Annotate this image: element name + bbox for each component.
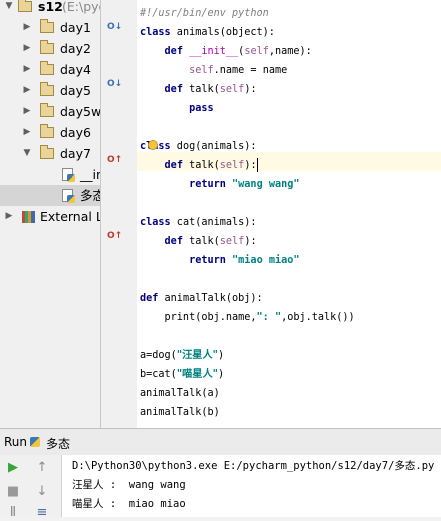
code-line-21: animalTalk(a) bbox=[140, 388, 220, 399]
code-editor[interactable]: #!/usr/bin/env python class animals(obje… bbox=[137, 0, 441, 428]
run-toolwindow-header: Run 多态 bbox=[0, 428, 441, 455]
folder-icon bbox=[40, 40, 54, 54]
code-line-3: def __init__(self,name): bbox=[164, 46, 312, 57]
folder-icon bbox=[40, 145, 54, 159]
tree-item-label: day2 bbox=[60, 41, 91, 56]
tree-item-day1[interactable]: ▶ day1 bbox=[0, 17, 100, 38]
overridden-method-icon[interactable]: O↓ bbox=[107, 79, 122, 89]
console-line-output-2: 喵星人 : miao miao bbox=[72, 498, 186, 510]
console-line-command: D:\Python30\python3.exe E:/pycharm_pytho… bbox=[72, 460, 435, 472]
tree-item-day5[interactable]: ▶ day5 bbox=[0, 80, 100, 101]
code-line-5: def talk(self): bbox=[164, 84, 257, 95]
tree-item-label: day7 bbox=[60, 146, 91, 161]
tree-item-label: __in bbox=[80, 167, 100, 182]
tree-item-day6[interactable]: ▶ day6 bbox=[0, 122, 100, 143]
pause-icon[interactable]: Ⅱ bbox=[5, 505, 21, 521]
code-line-1: #!/usr/bin/env python bbox=[140, 8, 269, 19]
folder-icon bbox=[40, 124, 54, 138]
code-line-19: a=dog("汪星人") bbox=[140, 350, 225, 361]
code-line-4: self.name = name bbox=[189, 65, 288, 76]
tree-item-day7[interactable]: ▼ day7 bbox=[0, 143, 100, 164]
code-line-12: class cat(animals): bbox=[140, 217, 257, 228]
console-line-output-1: 汪星人 : wang wang bbox=[72, 479, 186, 491]
editor-gutter: O↓ O↓ O↑ O↑ bbox=[100, 0, 137, 428]
chevron-right-icon[interactable]: ▶ bbox=[22, 80, 32, 101]
code-line-10: return "wang wang" bbox=[189, 179, 300, 190]
tree-root-label: s12 bbox=[38, 0, 63, 14]
overridden-method-icon[interactable]: O↓ bbox=[107, 22, 122, 32]
tree-item-label: day6 bbox=[60, 125, 91, 140]
tree-root-path: (E:\pyc bbox=[62, 0, 100, 14]
tree-item-label: day1 bbox=[60, 20, 91, 35]
chevron-right-icon[interactable]: ▶ bbox=[4, 206, 14, 227]
chevron-right-icon[interactable]: ▶ bbox=[22, 59, 32, 80]
tree-item-label: day5we bbox=[60, 104, 100, 119]
code-line-13: def talk(self): bbox=[164, 236, 257, 247]
code-line-2: class animals(object): bbox=[140, 27, 275, 38]
library-icon bbox=[22, 211, 35, 223]
tree-item-label: External Li bbox=[40, 209, 100, 224]
up-arrow-icon[interactable]: ↑ bbox=[34, 460, 50, 476]
tree-item-label: day5 bbox=[60, 83, 91, 98]
tree-item-init[interactable]: __in bbox=[0, 164, 100, 185]
folder-icon bbox=[40, 61, 54, 75]
chevron-right-icon[interactable]: ▶ bbox=[22, 122, 32, 143]
intention-bulb-icon[interactable] bbox=[148, 140, 158, 150]
code-line-14: return "miao miao" bbox=[189, 255, 300, 266]
code-line-9: def talk(self): bbox=[164, 158, 258, 172]
tree-item-label: day4 bbox=[60, 62, 91, 77]
folder-icon bbox=[40, 82, 54, 96]
chevron-right-icon[interactable]: ▶ bbox=[22, 38, 32, 59]
tree-item-day2[interactable]: ▶ day2 bbox=[0, 38, 100, 59]
tree-item-polymorphism[interactable]: 多态 bbox=[0, 185, 100, 206]
code-line-6: pass bbox=[189, 103, 214, 114]
down-arrow-icon[interactable]: ↓ bbox=[34, 484, 50, 500]
tree-root[interactable]: ▼ s12 (E:\pyc bbox=[0, 0, 100, 17]
python-file-icon bbox=[62, 168, 75, 182]
code-line-16: def animalTalk(obj): bbox=[140, 293, 263, 304]
code-line-20: b=cat("喵星人") bbox=[140, 369, 225, 380]
overriding-method-icon[interactable]: O↑ bbox=[107, 155, 122, 165]
folder-icon bbox=[40, 103, 54, 117]
tree-item-day5we[interactable]: ▶ day5we bbox=[0, 101, 100, 122]
run-toolbar: ▶ ↑ ■ ↓ Ⅱ ≡ bbox=[0, 455, 62, 520]
code-line-22: animalTalk(b) bbox=[140, 407, 220, 418]
text-caret bbox=[256, 158, 258, 172]
python-file-icon bbox=[62, 189, 75, 203]
project-panel: ▼ s12 (E:\pyc ▶ day1 ▶ day2 ▶ day4 ▶ day… bbox=[0, 0, 100, 428]
chevron-right-icon[interactable]: ▶ bbox=[22, 101, 32, 122]
rerun-icon[interactable]: ▶ bbox=[5, 460, 21, 476]
soft-wrap-icon[interactable]: ≡ bbox=[34, 505, 50, 521]
run-label: Run bbox=[4, 435, 28, 449]
chevron-down-icon[interactable]: ▼ bbox=[4, 0, 14, 17]
overriding-method-icon[interactable]: O↑ bbox=[107, 231, 122, 241]
code-line-17: print(obj.name,": ",obj.talk()) bbox=[140, 312, 355, 323]
chevron-right-icon[interactable]: ▶ bbox=[22, 17, 32, 38]
tree-item-day4[interactable]: ▶ day4 bbox=[0, 59, 100, 80]
folder-icon bbox=[40, 19, 54, 33]
run-console[interactable]: D:\Python30\python3.exe E:/pycharm_pytho… bbox=[62, 455, 441, 517]
tree-item-external-libraries[interactable]: ▶ External Li bbox=[0, 206, 100, 227]
run-config-name[interactable]: 多态 bbox=[46, 435, 70, 452]
folder-icon bbox=[18, 0, 32, 12]
stop-icon[interactable]: ■ bbox=[5, 484, 21, 500]
chevron-down-icon[interactable]: ▼ bbox=[22, 143, 32, 164]
tree-item-label: 多态 bbox=[80, 188, 100, 203]
